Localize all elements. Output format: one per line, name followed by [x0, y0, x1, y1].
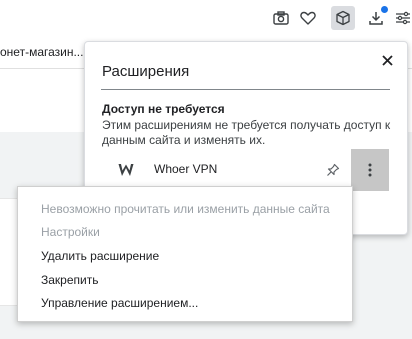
- download-badge: [381, 6, 388, 13]
- whoer-logo-icon: [118, 163, 134, 177]
- close-icon: [381, 54, 393, 66]
- heart-icon: [300, 11, 316, 25]
- extensions-cube-icon: [336, 10, 350, 26]
- more-vert-icon: [368, 163, 372, 177]
- downloads-button[interactable]: [364, 6, 388, 30]
- extensions-button[interactable]: [331, 6, 355, 30]
- camera-icon: [273, 11, 289, 25]
- extension-name: Whoer VPN: [154, 162, 218, 176]
- pin-icon: [327, 163, 340, 176]
- close-button[interactable]: [377, 50, 397, 70]
- menu-item-site-access: Невозможно прочитать или изменить данные…: [41, 202, 330, 216]
- more-actions-button[interactable]: [351, 149, 389, 191]
- menu-item-settings: Настройки: [41, 225, 100, 239]
- menu-item-manage[interactable]: Управление расширением...: [41, 296, 198, 310]
- bookmark-item[interactable]: онет-магазин...: [0, 45, 83, 59]
- customize-button[interactable]: [391, 6, 412, 30]
- menu-item-pin[interactable]: Закрепить: [41, 273, 98, 287]
- customize-menu-icon: [396, 11, 410, 25]
- screenshot-button[interactable]: [269, 6, 293, 30]
- favorites-button[interactable]: [296, 6, 320, 30]
- section-title: Доступ не требуется: [102, 102, 225, 116]
- browser-toolbar: [0, 0, 412, 36]
- extension-row-whoer-vpn[interactable]: Whoer VPN: [85, 149, 407, 191]
- menu-item-remove[interactable]: Удалить расширение: [41, 249, 159, 263]
- extension-context-menu: Невозможно прочитать или изменить данные…: [17, 186, 353, 322]
- extensions-popup-title: Расширения: [102, 63, 190, 80]
- section-description: Этим расширениям не требуется получать д…: [102, 118, 391, 147]
- divider: [101, 89, 390, 90]
- pin-button[interactable]: [323, 160, 343, 180]
